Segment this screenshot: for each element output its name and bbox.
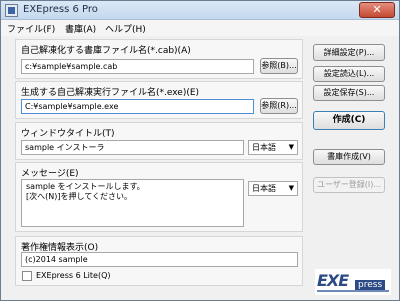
chevron-down-icon: ▼ <box>288 143 294 151</box>
copyright-input[interactable]: (c)2014 sample <box>21 252 298 267</box>
logo-exe-text: EXE <box>317 271 349 290</box>
app-icon <box>5 4 18 17</box>
cab-file-label: 自己解凍化する書庫ファイル名(*.cab)(A) <box>21 46 191 56</box>
menu-bar: ファイル(F) 書庫(A) ヘルプ(H) <box>1 20 399 36</box>
message-panel: メッセージ(E) sample をインストールします。 [次へ(N)]を押してく… <box>15 162 303 232</box>
menu-file[interactable]: ファイル(F) <box>7 22 55 35</box>
create-archive-button[interactable]: 書庫作成(V) <box>313 149 385 165</box>
exepress-logo: EXE press <box>315 269 391 295</box>
user-register-button[interactable]: ユーザー登録(I)... <box>313 177 385 193</box>
message-language-value: 日本語 <box>252 184 276 193</box>
title-bar[interactable]: EXEpress 6 Pro ✕ <box>1 1 399 20</box>
copyright-panel: 著作権情報表示(O) (c)2014 sample EXEpress 6 Lit… <box>15 236 303 286</box>
window-title-input[interactable]: sample インストーラ <box>21 140 244 155</box>
app-window: EXEpress 6 Pro ✕ ファイル(F) 書庫(A) ヘルプ(H) 自己… <box>0 0 400 301</box>
window-title-language-value: 日本語 <box>252 143 276 152</box>
cab-browse-button[interactable]: 参照(B)... <box>260 58 298 74</box>
menu-archive[interactable]: 書庫(A) <box>65 22 96 35</box>
lite-checkbox-label: EXEpress 6 Lite(Q) <box>36 271 111 280</box>
close-button[interactable]: ✕ <box>359 2 395 18</box>
load-settings-button[interactable]: 設定読込(L)... <box>313 66 385 82</box>
save-settings-button[interactable]: 設定保存(S)... <box>313 85 385 101</box>
cab-file-panel: 自己解凍化する書庫ファイル名(*.cab)(A) c:¥sample¥sampl… <box>15 39 303 79</box>
exe-file-input[interactable]: C:¥sample¥sample.exe <box>21 99 254 114</box>
message-textarea[interactable]: sample をインストールします。 [次へ(N)]を押してください。 <box>21 179 244 227</box>
lite-checkbox[interactable] <box>22 271 32 281</box>
menu-help[interactable]: ヘルプ(H) <box>105 22 146 35</box>
message-label: メッセージ(E) <box>21 169 79 179</box>
window-title-language-select[interactable]: 日本語 ▼ <box>248 140 298 155</box>
exe-file-label: 生成する自己解凍実行ファイル名(*.exe)(E) <box>21 88 200 98</box>
create-button[interactable]: 作成(C) <box>313 111 385 130</box>
detail-settings-button[interactable]: 詳細設定(P)... <box>313 44 385 61</box>
chevron-down-icon: ▼ <box>288 184 294 192</box>
message-language-select[interactable]: 日本語 ▼ <box>248 181 298 196</box>
cab-file-input[interactable]: c:¥sample¥sample.cab <box>21 59 254 74</box>
exe-browse-button[interactable]: 参照(R)... <box>260 98 298 114</box>
exe-file-panel: 生成する自己解凍実行ファイル名(*.exe)(E) C:¥sample¥samp… <box>15 81 303 119</box>
window-title-label: ウィンドウタイトル(T) <box>21 129 115 139</box>
window-title-panel: ウィンドウタイトル(T) sample インストーラ 日本語 ▼ <box>15 122 303 160</box>
window-title: EXEpress 6 Pro <box>23 4 98 15</box>
logo-underline <box>317 290 389 292</box>
